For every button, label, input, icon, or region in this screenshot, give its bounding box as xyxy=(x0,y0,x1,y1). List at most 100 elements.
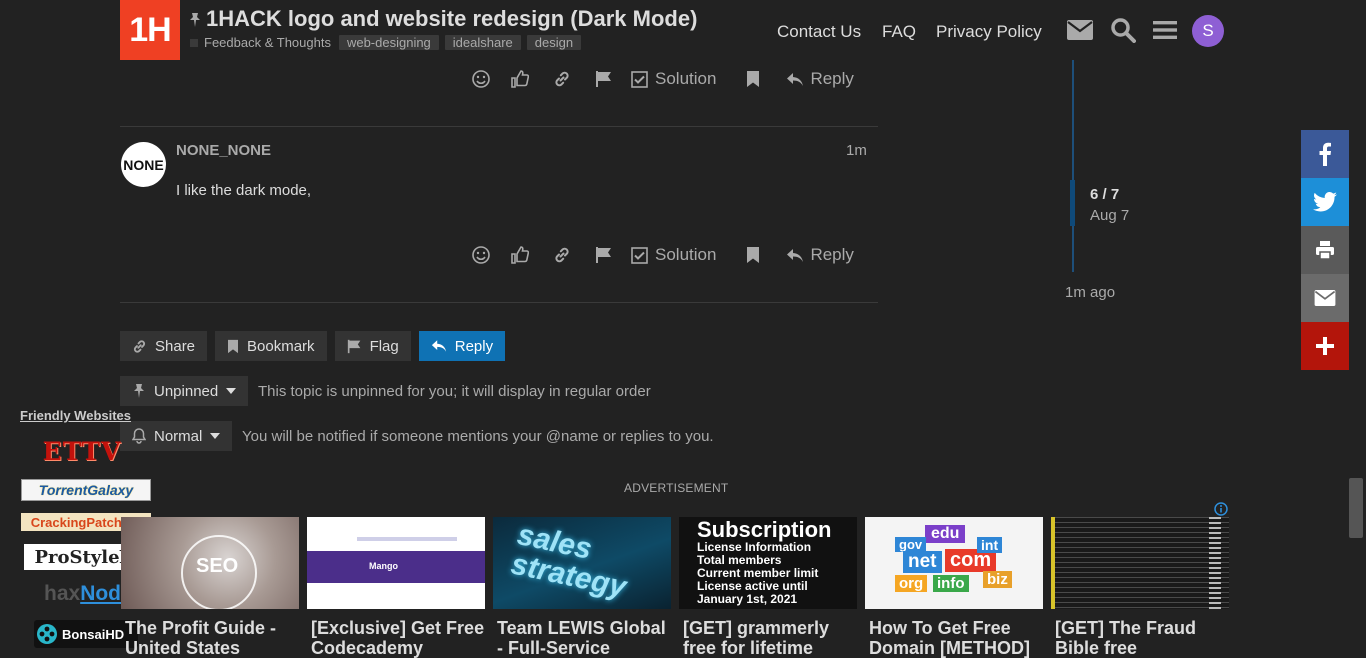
timeline-handle[interactable] xyxy=(1070,180,1075,226)
reply-label: Reply xyxy=(810,69,854,88)
timeline-track[interactable] xyxy=(1072,60,1074,272)
torrentgalaxy-logo[interactable]: TorrentGalaxy xyxy=(21,479,151,501)
bonsaihd-label: BonsaiHD xyxy=(62,626,125,642)
ad-title: The Profit Guide - United States xyxy=(125,618,276,658)
ad-image-text: sales strategy xyxy=(508,518,630,604)
timeline-date: Aug 7 xyxy=(1090,207,1130,224)
pin-dropdown-label: Unpinned xyxy=(154,382,219,400)
pin-icon xyxy=(134,384,144,398)
haxnode-logo[interactable]: hax Node xyxy=(44,582,133,606)
like-button[interactable] xyxy=(505,246,535,264)
copy-link-button[interactable] xyxy=(547,70,577,88)
like-button[interactable] xyxy=(505,70,535,88)
bookmark-post-button[interactable] xyxy=(738,246,768,264)
site-logo[interactable]: 1H xyxy=(120,0,180,60)
ad-card[interactable]: Mango [Exclusive] Get Free Codecademy xyxy=(307,517,485,658)
tag-design[interactable]: design xyxy=(526,35,582,50)
bookmark-post-button[interactable] xyxy=(738,70,768,88)
flag-label: Flag xyxy=(369,337,399,355)
ad-image xyxy=(1051,517,1229,609)
checkbox-icon xyxy=(631,70,648,88)
ad-card[interactable]: Subscription License Information Total m… xyxy=(679,517,857,658)
reply-post-button[interactable]: Reply xyxy=(786,69,854,89)
user-avatar[interactable]: S xyxy=(1192,15,1224,47)
post-author-avatar[interactable]: NONE xyxy=(121,142,166,187)
solution-button[interactable]: Solution xyxy=(631,69,716,89)
tag-web-designing[interactable]: web-designing xyxy=(338,35,439,50)
flag-topic-button[interactable]: Flag xyxy=(334,331,411,361)
flag-button[interactable] xyxy=(589,246,619,264)
topic-title[interactable]: 1HACK logo and website redesign (Dark Mo… xyxy=(188,6,697,32)
share-button[interactable]: Share xyxy=(120,331,208,361)
thumbs-up-icon xyxy=(511,246,529,264)
messages-button[interactable] xyxy=(1065,15,1095,45)
flag-button[interactable] xyxy=(589,70,619,88)
flag-icon xyxy=(347,339,360,353)
notification-dropdown[interactable]: Normal xyxy=(120,421,233,451)
print-share-button[interactable] xyxy=(1301,226,1349,274)
post-username[interactable]: NONE_NONE xyxy=(176,142,271,159)
ad-image-word: gov xyxy=(895,537,927,552)
notification-dropdown-label: Normal xyxy=(154,427,203,445)
ad-card[interactable]: edu gov net com int org info biz How To … xyxy=(865,517,1043,658)
email-share-button[interactable] xyxy=(1301,274,1349,322)
reaction-button[interactable] xyxy=(466,246,496,264)
category-badge[interactable]: Feedback & Thoughts xyxy=(188,35,333,50)
film-reel-icon xyxy=(37,624,57,644)
tag-idealshare[interactable]: idealshare xyxy=(444,35,521,50)
facebook-share-button[interactable] xyxy=(1301,130,1349,178)
bookmark-button[interactable]: Bookmark xyxy=(215,331,327,361)
bookmark-icon xyxy=(747,247,760,263)
flag-icon xyxy=(596,71,611,87)
envelope-icon xyxy=(1314,290,1336,306)
post-time[interactable]: 1m xyxy=(846,142,867,159)
ad-image-text: edu xyxy=(925,525,966,543)
contact-us-link[interactable]: Contact Us xyxy=(777,22,861,42)
twitter-share-button[interactable] xyxy=(1301,178,1349,226)
category-color-square xyxy=(190,38,198,47)
ad-card[interactable]: [GET] The Fraud Bible free xyxy=(1051,517,1229,658)
privacy-policy-link[interactable]: Privacy Policy xyxy=(936,22,1042,42)
ad-image: Mango xyxy=(307,517,485,609)
post-body: I like the dark mode, xyxy=(176,182,312,199)
reaction-button[interactable] xyxy=(466,70,496,88)
twitter-icon xyxy=(1313,192,1337,212)
reply-label: Reply xyxy=(810,245,854,264)
ad-title: How To Get Free Domain [METHOD] xyxy=(869,618,1030,658)
ad-card[interactable]: sales strategy Team LEWIS Global - Full-… xyxy=(493,517,671,658)
faq-link[interactable]: FAQ xyxy=(882,22,916,42)
reply-topic-button[interactable]: Reply xyxy=(418,331,506,361)
ad-image-word: biz xyxy=(983,571,1012,588)
ad-card[interactable]: SEO The Profit Guide - United States xyxy=(121,517,299,658)
more-share-button[interactable] xyxy=(1301,322,1349,370)
topic-title-text: 1HACK logo and website redesign (Dark Mo… xyxy=(206,6,698,31)
plus-icon xyxy=(1316,337,1334,355)
copy-link-button[interactable] xyxy=(547,246,577,264)
ad-image-text: Mango xyxy=(369,561,398,571)
bookmark-label: Bookmark xyxy=(247,337,315,355)
page-scrollbar-thumb[interactable] xyxy=(1349,478,1363,538)
ad-image: sales strategy xyxy=(493,517,671,609)
caret-down-icon xyxy=(210,433,221,439)
reply-icon xyxy=(431,340,446,352)
ad-info-button[interactable] xyxy=(1214,502,1228,516)
pin-dropdown[interactable]: Unpinned xyxy=(120,376,249,406)
ad-image-text: SEO xyxy=(196,555,239,577)
search-button[interactable] xyxy=(1108,15,1138,45)
smile-icon xyxy=(472,70,490,88)
pin-icon xyxy=(188,12,202,28)
ad-image: SEO xyxy=(121,517,299,609)
friendly-websites-title[interactable]: Friendly Websites xyxy=(20,408,131,423)
notification-description: You will be notified if someone mentions… xyxy=(242,428,714,445)
checkbox-icon xyxy=(631,246,648,264)
timeline-last-activity[interactable]: 1m ago xyxy=(1065,284,1115,301)
solution-button[interactable]: Solution xyxy=(631,245,716,265)
ettv-logo[interactable]: ETTV xyxy=(36,436,128,466)
reply-post-button[interactable]: Reply xyxy=(786,245,854,265)
timeline-position: 6 / 7 xyxy=(1090,186,1120,203)
reply-icon xyxy=(787,248,804,262)
ad-title: [Exclusive] Get Free Codecademy xyxy=(311,618,485,658)
menu-button[interactable] xyxy=(1150,15,1180,45)
post-actions-row: Solution Reply xyxy=(466,240,854,270)
ad-image-word: int xyxy=(977,537,1003,553)
